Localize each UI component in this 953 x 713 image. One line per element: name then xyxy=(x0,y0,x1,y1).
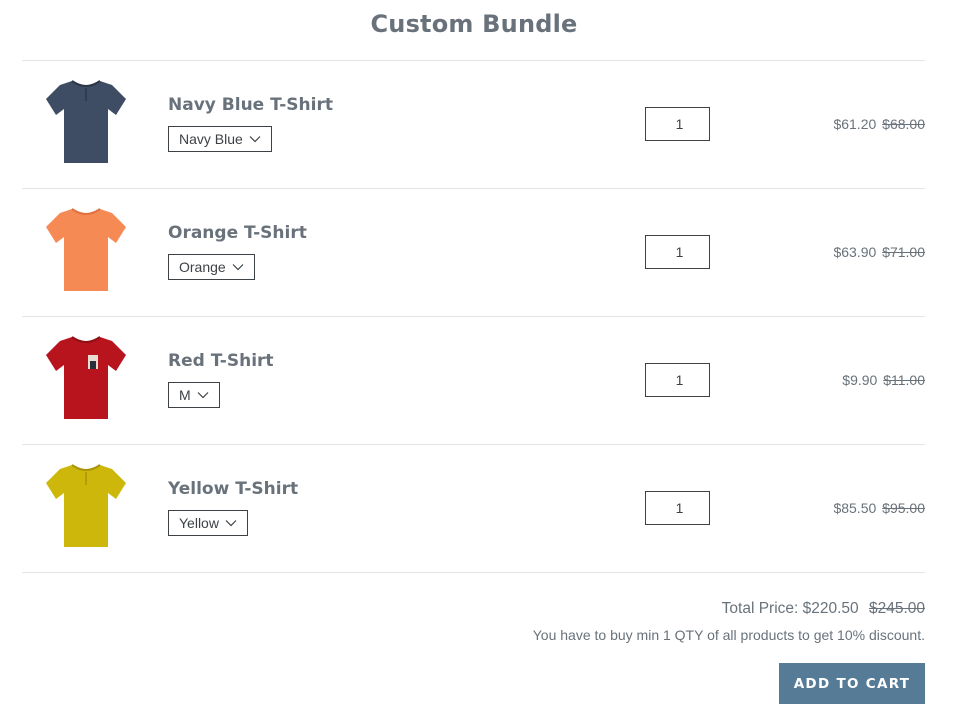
sale-price: $85.50 xyxy=(833,500,877,516)
quantity-input[interactable] xyxy=(645,363,710,397)
variant-value: M xyxy=(179,387,191,403)
price: $61.20 $68.00 xyxy=(833,116,925,132)
bundle-item-row: Orange T-Shirt Orange $63.90 $71.00 xyxy=(22,189,925,317)
compare-price: $95.00 xyxy=(882,500,925,516)
total-price-label: Total Price: $220.50 xyxy=(721,600,859,617)
variant-value: Navy Blue xyxy=(179,131,243,147)
bundle-item-row: Red T-Shirt M $9.90 $11.00 xyxy=(22,317,925,445)
total-price: Total Price: $220.50 $245.00 xyxy=(722,600,925,618)
bundle-item-row: Yellow T-Shirt Yellow $85.50 $95.00 xyxy=(22,445,925,573)
bundle-title: Custom Bundle xyxy=(370,10,578,38)
divider xyxy=(22,572,925,573)
compare-price: $68.00 xyxy=(882,116,925,132)
product-name[interactable]: Navy Blue T-Shirt xyxy=(168,95,333,115)
total-compare-price: $245.00 xyxy=(868,600,925,617)
sale-price: $63.90 xyxy=(833,244,877,260)
sale-price: $61.20 xyxy=(833,116,877,132)
bundle-item-row: Navy Blue T-Shirt Navy Blue $61.20 $68.0… xyxy=(22,61,925,189)
discount-note: You have to buy min 1 QTY of all product… xyxy=(532,627,925,643)
variant-value: Orange xyxy=(179,259,226,275)
chevron-down-icon xyxy=(197,392,209,399)
product-name[interactable]: Yellow T-Shirt xyxy=(168,479,298,499)
price: $85.50 $95.00 xyxy=(833,500,925,516)
quantity-input[interactable] xyxy=(645,107,710,141)
add-to-cart-button[interactable]: ADD TO CART xyxy=(779,663,925,704)
compare-price: $11.00 xyxy=(883,372,925,388)
variant-select[interactable]: M xyxy=(168,382,220,408)
compare-price: $71.00 xyxy=(882,244,925,260)
bundle-container: Custom Bundle Navy Blue T-Shirt Navy Blu… xyxy=(0,0,953,713)
chevron-down-icon xyxy=(225,520,237,527)
quantity-input[interactable] xyxy=(645,491,710,525)
chevron-down-icon xyxy=(249,136,261,143)
orange-tshirt-icon[interactable] xyxy=(42,203,128,295)
product-name[interactable]: Orange T-Shirt xyxy=(168,223,307,243)
quantity-input[interactable] xyxy=(645,235,710,269)
price: $9.90 $11.00 xyxy=(842,372,925,388)
product-name[interactable]: Red T-Shirt xyxy=(168,351,274,371)
navy-tshirt-icon[interactable] xyxy=(42,75,128,167)
red-tshirt-icon[interactable] xyxy=(42,331,128,423)
variant-select[interactable]: Orange xyxy=(168,254,255,280)
chevron-down-icon xyxy=(232,264,244,271)
variant-value: Yellow xyxy=(179,515,219,531)
variant-select[interactable]: Navy Blue xyxy=(168,126,272,152)
price: $63.90 $71.00 xyxy=(833,244,925,260)
yellow-tshirt-icon[interactable] xyxy=(42,459,128,551)
sale-price: $9.90 xyxy=(842,372,878,388)
variant-select[interactable]: Yellow xyxy=(168,510,248,536)
